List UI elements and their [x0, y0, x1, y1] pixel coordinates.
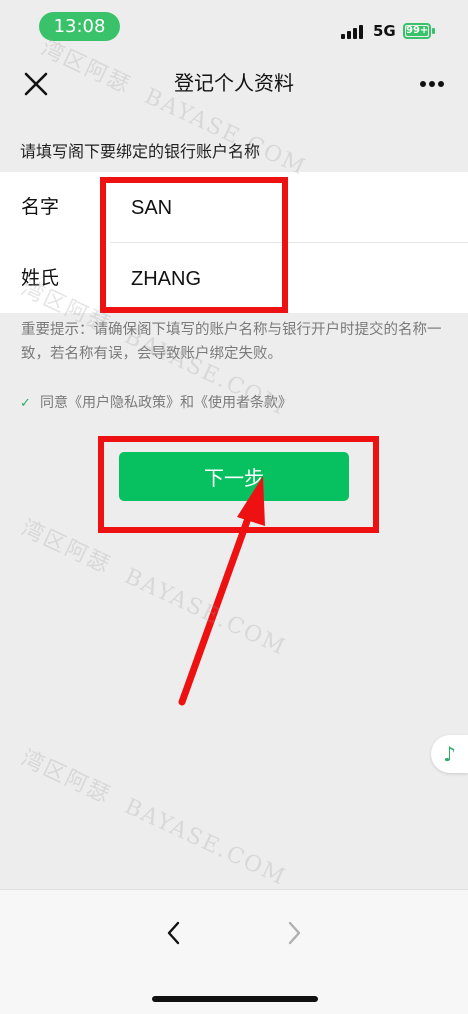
music-float-button[interactable]: ♪: [431, 735, 468, 773]
more-dot-icon: [438, 81, 444, 87]
battery-level: 99+: [406, 25, 429, 36]
chevron-right-icon: [288, 921, 301, 945]
status-time: 13:08: [39, 12, 120, 41]
network-type: 5G: [373, 22, 396, 40]
last-name-label: 姓氏: [21, 267, 60, 289]
status-bar: 13:08 5G 99+: [0, 0, 468, 56]
page-title: 登记个人资料: [174, 71, 294, 95]
more-dot-icon: [429, 81, 435, 87]
watermark-text: 湾区阿瑟: [17, 515, 115, 580]
nav-bar: 登记个人资料: [0, 56, 468, 110]
battery-tip: [432, 28, 435, 34]
chevron-left-icon: [167, 921, 180, 945]
last-name-input[interactable]: [131, 265, 431, 293]
section-header: 请填写阁下要绑定的银行账户名称: [20, 142, 261, 161]
battery-icon: 99+: [403, 23, 431, 39]
signal-icon: [341, 25, 365, 39]
more-dot-icon: [420, 81, 426, 87]
important-notice: 重要提示：请确保阁下填写的账户名称与银行开户时提交的名称一致，若名称有误，会导致…: [21, 322, 442, 362]
last-name-row: 姓氏: [0, 243, 468, 313]
watermark-text: BAYASE.COM: [120, 563, 291, 661]
more-options-button[interactable]: [414, 68, 450, 96]
first-name-input[interactable]: [131, 194, 431, 222]
agreement-checkbox[interactable]: ✓ 同意《用户隐私政策》和《使用者条款》: [20, 392, 292, 412]
agreement-text: 同意《用户隐私政策》和《使用者条款》: [40, 395, 292, 411]
first-name-label: 名字: [21, 196, 60, 218]
home-indicator: [152, 996, 318, 1002]
watermark-text: 湾区阿瑟: [17, 745, 115, 810]
forward-button[interactable]: [280, 916, 308, 950]
back-button[interactable]: [160, 916, 188, 950]
watermark-text: BAYASE.COM: [120, 793, 291, 891]
check-icon: ✓: [20, 396, 31, 411]
bottom-toolbar: [0, 889, 468, 1014]
next-step-button[interactable]: 下一步: [119, 452, 349, 501]
form-divider: [110, 242, 468, 243]
first-name-row: 名字: [0, 172, 468, 242]
watermark: 湾区阿瑟 BAYASE.COM: [17, 740, 293, 891]
watermark: 湾区阿瑟 BAYASE.COM: [17, 510, 293, 661]
